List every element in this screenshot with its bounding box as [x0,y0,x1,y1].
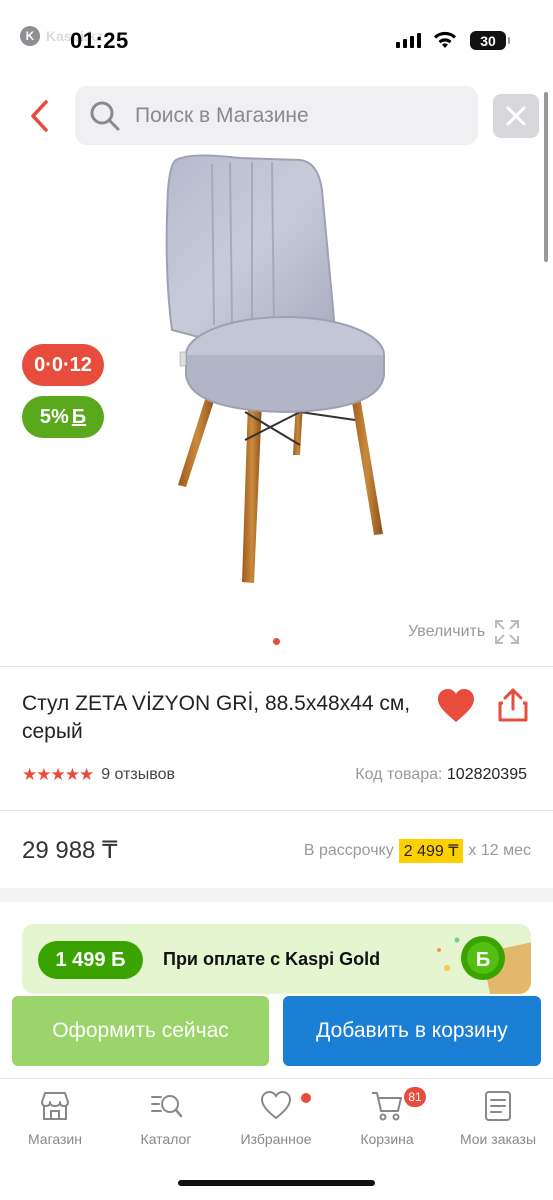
battery-icon: 30 [470,31,510,50]
installment-term: x 12 мес [468,842,531,859]
reviews-link[interactable]: 9 отзывов [101,766,175,784]
heart-icon [260,1090,292,1120]
rating-row[interactable]: ★★★★★ 9 отзывов [22,765,175,785]
share-icon[interactable] [494,686,532,724]
tab-favorites[interactable]: Избранное [221,1089,331,1147]
promo-bonus-amount: 1 499 Б [38,941,143,979]
tab-label: Каталог [140,1131,192,1147]
bonus-badge: 5% Б [22,396,104,438]
status-bar: K Kaspi.kz 01:25 30 [0,0,553,80]
section-separator [0,888,553,902]
product-code: Код товара: 102820395 [355,766,527,784]
cart-count-badge: 81 [404,1087,426,1107]
product-code-value: 102820395 [446,766,527,783]
product-code-label: Код товара: [355,766,443,783]
bonus-percent: 5% [39,405,69,428]
product-title: Стул ZETA VİZYON GRİ, 88.5x48x44 см, сер… [22,692,411,743]
close-icon [506,106,526,126]
favorite-heart-icon[interactable] [436,688,476,724]
search-icon [90,101,120,130]
store-icon [41,1092,69,1120]
back-button[interactable] [22,96,58,136]
rating-stars: ★★★★★ [22,765,94,784]
buy-now-button[interactable]: Оформить сейчас [12,996,269,1066]
tab-label: Мои заказы [459,1131,537,1147]
home-indicator[interactable] [178,1180,375,1186]
favorites-dot-badge [301,1093,311,1103]
divider [0,810,553,811]
tab-catalog[interactable]: Каталог [111,1089,221,1147]
svg-text:Б: Б [476,949,490,971]
product-image[interactable] [150,150,400,590]
installment-info: В рассрочку 2 499 ₸ x 12 мес [304,839,531,863]
kaspi-gold-card-icon: Б [437,936,531,994]
tab-orders[interactable]: Мои заказы [443,1089,553,1147]
catalog-search-icon [151,1095,183,1118]
product-price: 29 988 ₸ [22,837,118,864]
kaspi-gold-promo[interactable]: 1 499 Б При оплате с Kaspi Gold Б [22,924,531,994]
zoom-button[interactable]: Увеличить [408,618,521,646]
divider [0,666,553,667]
bonus-symbol: Б [71,405,87,428]
cart-icon [372,1092,402,1121]
add-to-cart-button[interactable]: Добавить в корзину [283,996,541,1066]
tab-cart[interactable]: 81 Корзина [332,1087,442,1147]
clear-search-button[interactable] [493,94,539,138]
tab-label: Избранное [240,1131,312,1147]
status-time: 01:25 [70,28,129,53]
tab-store[interactable]: Магазин [0,1089,110,1147]
promo-text: При оплате с Kaspi Gold [163,949,381,969]
kaspi-logo-icon: K [20,26,40,46]
gallery-page-indicator[interactable] [273,638,280,645]
scroll-indicator[interactable] [544,92,548,262]
expand-icon [495,620,520,644]
wifi-icon [434,31,456,48]
cellular-signal-icon [396,32,421,48]
search-placeholder: Поиск в Магазине [135,103,309,127]
installment-label: В рассрочку [303,842,394,859]
installment-amount: 2 499 ₸ [398,839,464,863]
tab-label: Корзина [360,1131,414,1147]
chevron-left-icon [31,100,48,132]
search-input[interactable]: Поиск в Магазине [75,86,478,145]
installment-badge: 0·0·12 [22,344,104,386]
orders-icon [485,1091,511,1121]
tab-label: Магазин [27,1131,82,1147]
zoom-label: Увеличить [408,623,486,640]
